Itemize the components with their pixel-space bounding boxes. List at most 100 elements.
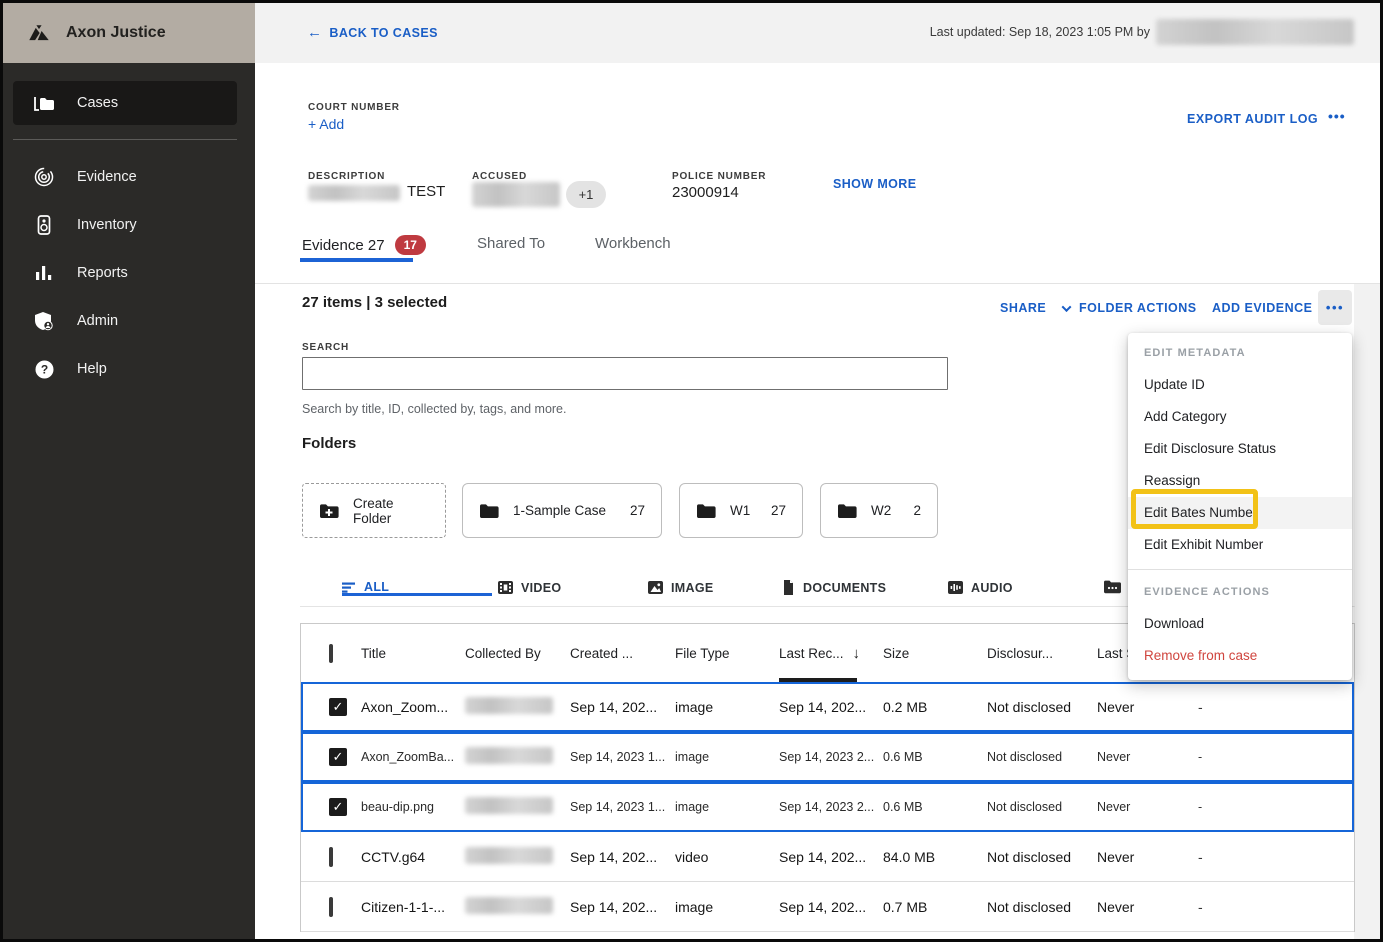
bar-chart-icon [33, 262, 55, 284]
folder-icon [33, 92, 55, 114]
cell-size: 0.6 MB [883, 800, 923, 814]
filter-tab-audio[interactable]: AUDIO [948, 580, 1013, 595]
show-more-button[interactable]: SHOW MORE [833, 177, 916, 191]
cell-disclosure: Not disclosed [987, 699, 1072, 715]
redacted-description [308, 185, 400, 201]
menu-item-edit-disclosure-status[interactable]: Edit Disclosure Status [1128, 433, 1352, 465]
sidebar-item-reports[interactable]: Reports [3, 249, 255, 297]
back-to-cases-label: BACK TO CASES [329, 25, 438, 40]
column-header-last-rec-label: Last Rec... [779, 645, 844, 661]
filter-tab-all[interactable]: ALL [342, 580, 492, 596]
sidebar-divider [13, 139, 237, 140]
folder-icon [696, 503, 716, 519]
folder-chip[interactable]: W1 27 [679, 483, 803, 538]
folder-chip[interactable]: W2 2 [820, 483, 938, 538]
table-row[interactable]: Citizen-1-1-... Sep 14, 202... image Sep… [301, 882, 1354, 932]
sidebar-item-cases[interactable]: Cases [13, 81, 237, 125]
cell-created: Sep 14, 2023 1... [570, 750, 666, 764]
table-row[interactable]: ✓ beau-dip.png Sep 14, 2023 1... image S… [301, 782, 1354, 832]
menu-item-edit-bates-number[interactable]: Edit Bates Number [1128, 497, 1352, 529]
select-all-checkbox[interactable] [329, 643, 333, 663]
sidebar-item-evidence[interactable]: Evidence [3, 153, 255, 201]
menu-item-edit-exhibit-number[interactable]: Edit Exhibit Number [1128, 529, 1352, 561]
cell-last-shared: Never [1097, 800, 1131, 814]
redacted-collected-by [465, 896, 553, 914]
topbar: ← BACK TO CASES Last updated: Sep 18, 20… [255, 3, 1380, 63]
search-input[interactable] [302, 357, 948, 390]
share-button[interactable]: SHARE [1000, 301, 1046, 315]
add-evidence-button[interactable]: ADD EVIDENCE [1212, 301, 1312, 315]
menu-item-remove-from-case[interactable]: Remove from case [1128, 640, 1352, 672]
cell-disclosure: Not disclosed [987, 750, 1063, 764]
folder-actions-label: FOLDER ACTIONS [1079, 301, 1197, 315]
row-checkbox-checked[interactable]: ✓ [329, 798, 347, 816]
video-icon [498, 580, 513, 595]
sidebar-item-label: Reports [77, 265, 128, 281]
search-label: SEARCH [302, 342, 350, 353]
case-more-icon[interactable]: ••• [1328, 108, 1346, 124]
sorted-column-indicator [779, 678, 857, 682]
cell-file-type: image [675, 750, 710, 764]
cell-last-shared: Never [1097, 898, 1135, 915]
column-header-size[interactable]: Size [883, 646, 987, 661]
accused-more-chip[interactable]: +1 [566, 181, 606, 208]
cell-disclosure: Not disclosed [987, 898, 1072, 915]
menu-item-reassign[interactable]: Reassign [1128, 465, 1352, 497]
sidebar-item-label: Inventory [77, 217, 137, 233]
column-header-collected-by[interactable]: Collected By [465, 646, 570, 661]
tab-evidence[interactable]: Evidence 27 17 [302, 235, 426, 255]
menu-item-update-id[interactable]: Update ID [1128, 369, 1352, 401]
row-checkbox[interactable] [329, 846, 333, 867]
add-court-number-link[interactable]: + Add [308, 116, 344, 132]
filter-tab-more-types[interactable] [1104, 580, 1121, 594]
tab-workbench[interactable]: Workbench [595, 235, 671, 252]
cell-dash: - [1198, 699, 1203, 715]
export-audit-log-button[interactable]: EXPORT AUDIT LOG [1187, 112, 1318, 126]
filter-tab-documents[interactable]: DOCUMENTS [782, 580, 886, 595]
create-folder-button[interactable]: Create Folder [302, 483, 446, 538]
cell-disclosure: Not disclosed [987, 800, 1063, 814]
back-to-cases-link[interactable]: ← BACK TO CASES [307, 24, 438, 41]
cell-last-rec: Sep 14, 2023 2... [779, 800, 875, 814]
table-row[interactable]: ✓ Axon_ZoomBa... Sep 14, 2023 1... image… [301, 732, 1354, 782]
column-header-file-type[interactable]: File Type [675, 646, 779, 661]
filter-tab-label: VIDEO [521, 580, 562, 595]
sidebar-item-inventory[interactable]: Inventory [3, 201, 255, 249]
folder-chip[interactable]: 1-Sample Case 27 [462, 483, 662, 538]
cell-created: Sep 14, 202... [570, 699, 658, 715]
table-row[interactable]: CCTV.g64 Sep 14, 202... video Sep 14, 20… [301, 832, 1354, 882]
row-checkbox-checked[interactable]: ✓ [329, 698, 347, 716]
cell-dash: - [1198, 750, 1203, 764]
row-checkbox-checked[interactable]: ✓ [329, 748, 347, 766]
table-row[interactable]: ✓ Axon_Zoom... Sep 14, 202... image Sep … [301, 682, 1354, 732]
cell-last-rec: Sep 14, 202... [779, 699, 867, 715]
column-header-last-rec[interactable]: Last Rec... ↓ [779, 645, 883, 662]
cell-title: Axon_Zoom... [361, 699, 449, 715]
folder-actions-button[interactable]: FOLDER ACTIONS [1061, 301, 1197, 315]
row-checkbox[interactable] [329, 896, 333, 917]
folder-name: W2 [871, 503, 892, 518]
menu-item-download[interactable]: Download [1128, 608, 1352, 640]
cell-last-shared: Never [1097, 699, 1135, 715]
column-header-title[interactable]: Title [361, 646, 465, 661]
sidebar-item-help[interactable]: ? Help [3, 345, 255, 393]
tab-shared-to[interactable]: Shared To [477, 235, 545, 252]
evidence-more-button[interactable]: ••• [1318, 290, 1352, 325]
sort-down-icon: ↓ [852, 644, 861, 662]
filter-tab-video[interactable]: VIDEO [498, 580, 561, 595]
cell-size: 84.0 MB [883, 848, 936, 865]
cell-disclosure: Not disclosed [987, 848, 1072, 865]
sidebar-item-label: Evidence [77, 169, 137, 185]
column-header-created[interactable]: Created ... [570, 646, 675, 661]
filter-tab-image[interactable]: IMAGE [648, 580, 713, 595]
right-gutter [1354, 284, 1380, 939]
cell-file-type: video [675, 848, 709, 865]
folder-count: 27 [629, 503, 645, 518]
column-header-disclosure[interactable]: Disclosur... [987, 646, 1097, 661]
active-tab-underline [300, 258, 413, 262]
cell-dash: - [1198, 898, 1203, 915]
cell-file-type: image [675, 699, 714, 715]
sidebar-item-admin[interactable]: Admin [3, 297, 255, 345]
menu-item-add-category[interactable]: Add Category [1128, 401, 1352, 433]
cell-last-shared: Never [1097, 750, 1131, 764]
